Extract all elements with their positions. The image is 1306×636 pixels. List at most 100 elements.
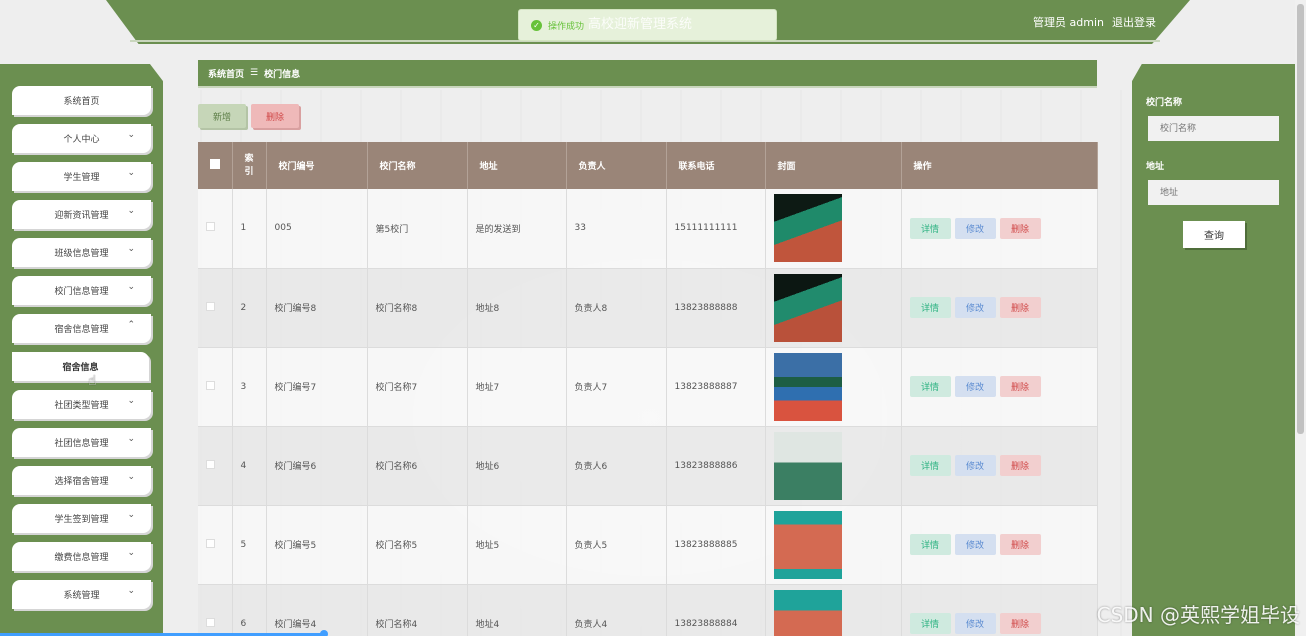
cell-phone: 13823888886 <box>666 426 766 506</box>
select-all-checkbox[interactable] <box>210 159 220 169</box>
row-checkbox[interactable] <box>206 301 215 311</box>
detail-button[interactable]: 详情 <box>909 613 951 634</box>
sidebar-item-0[interactable]: 系统首页 <box>12 86 151 115</box>
cell-gate-name: 校门名称5 <box>367 505 468 585</box>
cell-gate-code: 校门编号4 <box>266 584 368 636</box>
sidebar-item-label: 系统管理 <box>63 591 100 601</box>
sidebar-menu: 系统首页 个人中心 ⌄ 学生管理 ⌄ 迎新资讯管理 ⌄ 班级信息管理 ⌄ 校门信息管理 ⌄ 宿舍信息管… <box>12 86 152 618</box>
edit-button[interactable]: 修改 <box>954 613 996 634</box>
sidebar-item-6[interactable]: 宿舍信息管理 ⌃ <box>12 314 151 343</box>
row-checkbox[interactable] <box>206 617 215 627</box>
sidebar-item-label: 系统首页 <box>63 97 100 107</box>
search-panel <box>1132 64 1295 636</box>
sidebar-item-11[interactable]: 学生签到管理 ⌄ <box>12 504 151 533</box>
search-name-input[interactable] <box>1148 116 1279 141</box>
select-all-header[interactable] <box>198 142 233 189</box>
row-checkbox[interactable] <box>206 222 215 232</box>
detail-button[interactable]: 详情 <box>909 455 951 476</box>
cell-address: 地址8 <box>467 268 567 348</box>
row-delete-button[interactable]: 删除 <box>999 613 1041 634</box>
row-delete-button[interactable]: 删除 <box>999 376 1041 397</box>
cell-gate-code: 005 <box>266 189 368 269</box>
row-select-cell[interactable] <box>198 584 233 636</box>
table-row: 2 校门编号8 校门名称8 地址8 负责人8 13823888888 详情 修改 删除 <box>198 268 1098 348</box>
row-delete-button[interactable]: 删除 <box>999 297 1041 318</box>
sidebar-item-3[interactable]: 迎新资讯管理 ⌄ <box>12 200 151 229</box>
page-scrollbar[interactable] <box>1295 0 1306 636</box>
breadcrumb: 系统首页 ☰ 校门信息 <box>198 60 1097 88</box>
header-actions: 操作 <box>901 142 1098 189</box>
sidebar-item-10[interactable]: 选择宿舍管理 ⌄ <box>12 466 151 495</box>
sidebar-item-label: 个人中心 <box>63 135 100 145</box>
batch-delete-button[interactable]: 删除 <box>251 104 299 128</box>
cell-gate-name: 校门名称7 <box>367 347 468 427</box>
edit-button[interactable]: 修改 <box>954 217 996 239</box>
cell-gate-name: 校门名称6 <box>367 426 468 506</box>
cell-gate-code: 校门编号8 <box>266 268 368 348</box>
sidebar-item-1[interactable]: 个人中心 ⌄ <box>12 124 151 153</box>
cell-index: 5 <box>232 505 267 585</box>
sidebar-item-label: 社团信息管理 <box>54 439 109 449</box>
search-address-input[interactable] <box>1148 180 1279 205</box>
scrollbar-thumb[interactable] <box>1297 4 1304 434</box>
row-delete-button[interactable]: 删除 <box>999 534 1041 555</box>
row-delete-button[interactable]: 删除 <box>999 217 1041 239</box>
row-checkbox[interactable] <box>206 380 215 390</box>
table-row: 3 校门编号7 校门名称7 地址7 负责人7 13823888887 详情 修改 删除 <box>198 347 1098 427</box>
breadcrumb-home[interactable]: 系统首页 <box>208 67 244 80</box>
cell-gate-code: 校门编号6 <box>266 426 368 506</box>
row-select-cell[interactable] <box>198 347 233 427</box>
sidebar-item-label: 选择宿舍管理 <box>54 477 109 487</box>
sidebar-item-9[interactable]: 社团信息管理 ⌄ <box>12 428 151 457</box>
sidebar-item-5[interactable]: 校门信息管理 ⌄ <box>12 276 151 305</box>
sidebar-item-2[interactable]: 学生管理 ⌄ <box>12 162 151 191</box>
cover-image <box>773 431 842 500</box>
cell-manager: 负责人7 <box>566 347 667 427</box>
breadcrumb-current: 校门信息 <box>264 69 301 80</box>
detail-button[interactable]: 详情 <box>909 217 951 239</box>
row-select-cell[interactable] <box>198 505 233 585</box>
cover-image <box>773 589 842 636</box>
sidebar-item-4[interactable]: 班级信息管理 ⌄ <box>12 238 151 267</box>
cell-actions: 详情 修改 删除 <box>901 189 1098 269</box>
sidebar-item-12[interactable]: 缴费信息管理 ⌄ <box>12 542 151 571</box>
cell-address: 地址5 <box>467 505 567 585</box>
row-select-cell[interactable] <box>198 268 233 348</box>
cell-gate-name: 第5校门 <box>367 189 468 269</box>
header-address: 地址 <box>467 142 567 189</box>
chevron-down-icon: ⌄ <box>127 244 135 254</box>
edit-button[interactable]: 修改 <box>954 534 996 555</box>
cell-address: 地址6 <box>467 426 567 506</box>
edit-button[interactable]: 修改 <box>954 297 996 318</box>
chevron-down-icon: ⌄ <box>127 434 135 444</box>
row-select-cell[interactable] <box>198 189 233 269</box>
edit-button[interactable]: 修改 <box>954 455 996 476</box>
table-row: 5 校门编号5 校门名称5 地址5 负责人5 13823888885 详情 修改 删除 <box>198 505 1098 585</box>
cell-actions: 详情 修改 删除 <box>901 347 1098 427</box>
search-button[interactable]: 查询 <box>1183 221 1245 248</box>
cover-image <box>773 510 842 579</box>
row-checkbox[interactable] <box>206 538 215 548</box>
chevron-up-icon: ⌃ <box>127 320 135 330</box>
detail-button[interactable]: 详情 <box>909 376 951 397</box>
detail-button[interactable]: 详情 <box>909 534 951 555</box>
add-button[interactable]: 新增 <box>198 104 246 128</box>
sidebar-item-13[interactable]: 系统管理 ⌄ <box>12 580 151 609</box>
detail-button[interactable]: 详情 <box>909 297 951 318</box>
sidebar-item-label: 宿舍信息 <box>62 363 99 373</box>
row-select-cell[interactable] <box>198 426 233 506</box>
logout-link[interactable]: 退出登录 <box>1112 14 1156 30</box>
cell-gate-name: 校门名称4 <box>367 584 468 636</box>
cell-index: 6 <box>232 584 267 636</box>
sidebar-item-label: 校门信息管理 <box>54 287 109 297</box>
sidebar-item-7[interactable]: 宿舍信息 <box>12 352 149 381</box>
row-delete-button[interactable]: 删除 <box>999 455 1041 476</box>
cell-manager: 负责人6 <box>566 426 667 506</box>
table-row: 1 005 第5校门 是的发送到 33 15111111111 详情 修改 删除 <box>198 189 1098 269</box>
row-checkbox[interactable] <box>206 459 215 469</box>
sidebar-item-label: 缴费信息管理 <box>54 553 109 563</box>
gate-info-table: 索 引 校门编号 校门名称 地址 负责人 联系电话 封面 操作 1 005 第5校门… <box>198 142 1098 636</box>
toast-message: 操作成功 <box>548 21 585 32</box>
sidebar-item-8[interactable]: 社团类型管理 ⌄ <box>12 390 151 419</box>
edit-button[interactable]: 修改 <box>954 376 996 397</box>
